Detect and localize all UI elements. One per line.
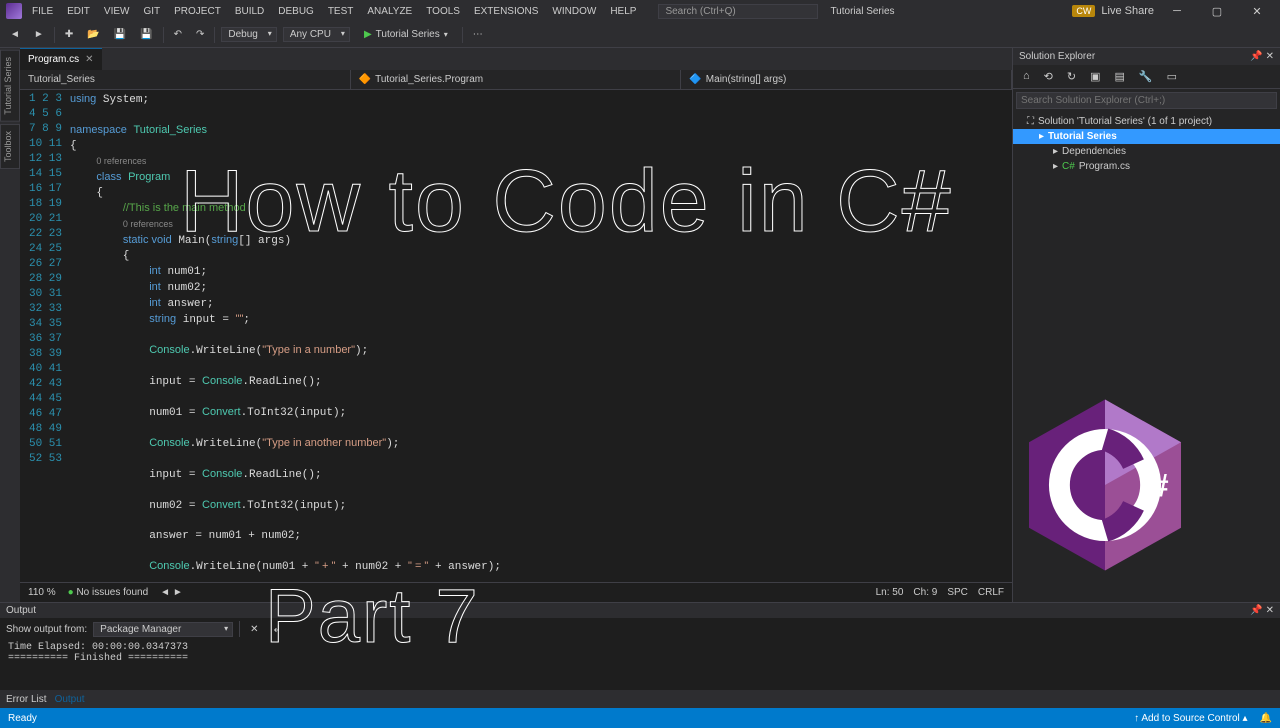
file-tab-label: Program.cs [28,54,79,65]
toolbar-extra[interactable]: ⋯ [469,27,487,42]
line-indicator: Ln: 50 [876,587,904,598]
show-output-label: Show output from: [6,624,87,635]
solution-tree[interactable]: ⛶ Solution 'Tutorial Series' (1 of 1 pro… [1013,112,1280,176]
pin-icon[interactable]: 📌 [1250,605,1262,616]
file-tab-program[interactable]: Program.cs ✕ [20,48,102,70]
tree-program-file[interactable]: ▸ C# Program.cs [1013,159,1280,174]
play-icon: ▶ [364,29,372,40]
wrap-icon[interactable]: ↲ [269,622,285,637]
menu-file[interactable]: FILE [26,4,59,19]
redo-button[interactable]: ↷ [192,27,208,42]
nav-class[interactable]: 🔶 Tutorial_Series.Program [351,70,682,89]
notifications-icon[interactable]: 🔔 [1260,713,1272,724]
live-share-button[interactable]: Live Share [1101,5,1154,17]
solution-explorer-header: Solution Explorer 📌 ✕ [1013,48,1280,65]
menu-extensions[interactable]: EXTENSIONS [468,4,544,19]
minimize-button[interactable]: ─ [1160,1,1194,21]
side-tab-project[interactable]: Tutorial Series [0,50,20,122]
start-button[interactable]: ▶ Tutorial Series ▾ [356,27,456,42]
menu-analyze[interactable]: ANALYZE [361,4,418,19]
bottom-tab-strip: Error List Output [0,690,1280,708]
menu-tools[interactable]: TOOLS [420,4,466,19]
close-button[interactable]: ✕ [1240,1,1274,21]
code-content[interactable]: using System; namespace Tutorial_Series … [70,90,1012,582]
navigation-bar: Tutorial_Series 🔶 Tutorial_Series.Progra… [20,70,1012,90]
solution-explorer-panel: Solution Explorer 📌 ✕ ⌂ ⟲ ↻ ▣ ▤ 🔧 ▭ ⛶ So… [1012,48,1280,602]
menu-test[interactable]: TEST [322,4,360,19]
main-toolbar: ◄ ► ✚ 📂 💾 💾 ↶ ↷ Debug Any CPU ▶ Tutorial… [0,22,1280,48]
source-control-button[interactable]: ↑ Add to Source Control ▴ [1134,713,1247,724]
output-header: Output 📌 ✕ [0,603,1280,618]
search-input[interactable]: Search (Ctrl+Q) [658,4,818,19]
ready-status: Ready [8,713,37,724]
side-tab-well: Tutorial Series Toolbox [0,48,20,602]
solution-search [1013,89,1280,112]
maximize-button[interactable]: ▢ [1200,1,1234,21]
sync-icon[interactable]: ⟲ [1040,68,1057,85]
tab-output[interactable]: Output [55,694,85,705]
clear-icon[interactable]: ✕ [246,622,262,637]
preview-icon[interactable]: ▭ [1163,68,1181,85]
open-button[interactable]: 📂 [83,27,103,42]
status-bar: Ready ↑ Add to Source Control ▴ 🔔 [0,708,1280,728]
output-text[interactable]: Time Elapsed: 00:00:00.0347373 =========… [0,640,1280,690]
lineending-indicator[interactable]: CRLF [978,587,1004,598]
properties-icon[interactable]: 🔧 [1135,68,1157,85]
undo-button[interactable]: ↶ [170,27,186,42]
close-panel-icon[interactable]: ✕ [1266,51,1274,62]
user-badge[interactable]: CW [1072,5,1095,17]
output-source-dropdown[interactable]: Package Manager [93,622,233,637]
tree-dependencies[interactable]: ▸ Dependencies [1013,144,1280,159]
char-indicator: Ch: 9 [913,587,937,598]
platform-dropdown[interactable]: Any CPU [283,27,350,42]
config-dropdown[interactable]: Debug [221,27,276,42]
tree-solution-root[interactable]: ⛶ Solution 'Tutorial Series' (1 of 1 pro… [1013,114,1280,129]
menu-window[interactable]: WINDOW [546,4,602,19]
show-all-icon[interactable]: ▤ [1111,68,1129,85]
new-button[interactable]: ✚ [61,27,77,42]
editor-status-line: 110 % ● No issues found ◄ ► Ln: 50 Ch: 9… [20,582,1012,602]
solution-explorer-toolbar: ⌂ ⟲ ↻ ▣ ▤ 🔧 ▭ [1013,65,1280,89]
nav-fwd-button[interactable]: ► [30,27,48,42]
close-tab-icon[interactable]: ✕ [85,54,93,65]
code-editor[interactable]: 1 2 3 4 5 6 7 8 9 10 11 12 13 14 15 16 1… [20,90,1012,582]
tab-error-list[interactable]: Error List [6,694,47,705]
menu-project[interactable]: PROJECT [168,4,227,19]
output-panel: Output 📌 ✕ Show output from: Package Man… [0,602,1280,690]
title-bar: FILEEDITVIEWGITPROJECTBUILDDEBUGTESTANAL… [0,0,1280,22]
save-button[interactable]: 💾 [110,27,130,42]
tree-project[interactable]: ▸ Tutorial Series [1013,129,1280,144]
nav-arrows[interactable]: ◄ ► [160,587,183,598]
collapse-icon[interactable]: ▣ [1086,68,1104,85]
line-gutter: 1 2 3 4 5 6 7 8 9 10 11 12 13 14 15 16 1… [20,90,70,582]
menu-debug[interactable]: DEBUG [272,4,320,19]
menu-edit[interactable]: EDIT [61,4,96,19]
refresh-icon[interactable]: ↻ [1063,68,1080,85]
nav-method[interactable]: 🔷 Main(string[] args) [681,70,1012,89]
issues-status[interactable]: No issues found [76,587,148,598]
menu-bar: FILEEDITVIEWGITPROJECTBUILDDEBUGTESTANAL… [26,4,642,19]
nav-back-button[interactable]: ◄ [6,27,24,42]
close-panel-icon[interactable]: ✕ [1266,605,1274,616]
editor-area: Program.cs ✕ Tutorial_Series 🔶 Tutorial_… [20,48,1012,602]
side-tab-toolbox[interactable]: Toolbox [0,124,20,169]
home-icon[interactable]: ⌂ [1019,68,1034,85]
menu-help[interactable]: HELP [604,4,642,19]
solution-name: Tutorial Series [830,6,894,17]
menu-build[interactable]: BUILD [229,4,270,19]
zoom-level[interactable]: 110 % [28,587,56,598]
indent-indicator[interactable]: SPC [947,587,968,598]
checkmark-icon: ● [68,587,74,598]
output-controls: Show output from: Package Manager ✕ ↲ [0,618,1280,640]
vs-logo-icon [6,3,22,19]
file-tab-strip: Program.cs ✕ [20,48,1012,70]
solution-search-input[interactable] [1016,92,1277,109]
menu-git[interactable]: GIT [137,4,166,19]
nav-namespace[interactable]: Tutorial_Series [20,70,351,89]
save-all-button[interactable]: 💾 [136,27,156,42]
menu-view[interactable]: VIEW [98,4,136,19]
pin-icon[interactable]: 📌 [1250,51,1262,62]
